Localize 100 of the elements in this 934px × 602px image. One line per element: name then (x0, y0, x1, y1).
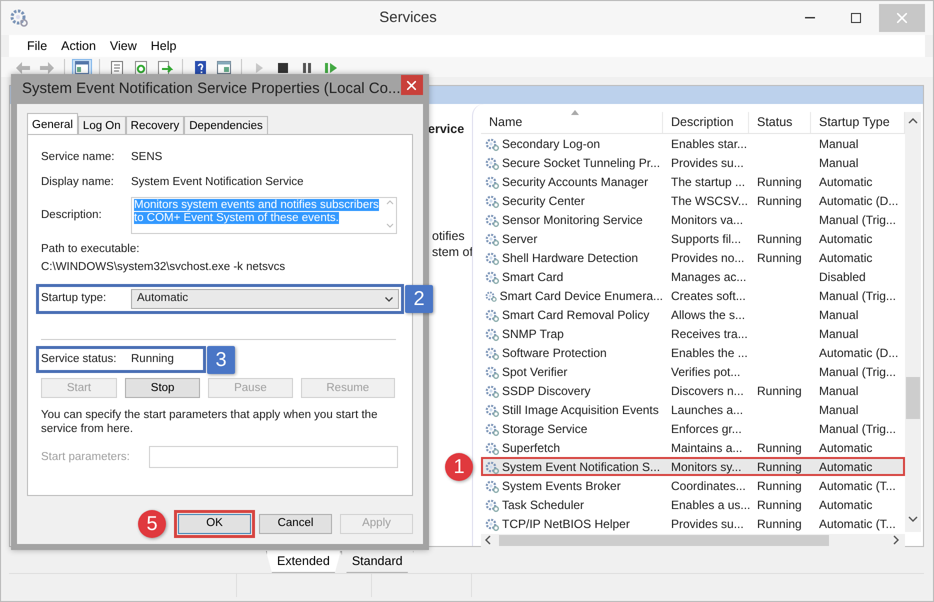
menu-item[interactable]: Action (55, 36, 102, 56)
table-cell-text: Enables star... (670, 136, 748, 152)
gear-icon (485, 422, 499, 436)
field-label: Start parameters: (41, 450, 131, 465)
dialog-tab[interactable]: Recovery (126, 116, 184, 134)
field-label: Service status: (41, 352, 118, 367)
table-row[interactable]: Secure Socket Tunneling Pr... Provides su... Manual (481, 153, 905, 172)
scroll-up-icon (908, 118, 918, 124)
table-cell-text: Receives tra... (670, 326, 749, 342)
gear-icon (485, 174, 499, 188)
gear-icon (485, 326, 499, 340)
window-title: Services (378, 8, 438, 28)
column-header[interactable]: Status (749, 112, 811, 133)
table-cell-text: Running (756, 230, 803, 248)
table-cell-text: Security Center (502, 192, 585, 210)
table-cell-text: Manual (818, 136, 860, 152)
menu-item[interactable]: View (104, 36, 143, 56)
close-icon (407, 80, 416, 90)
table-row[interactable]: Server Supports fil... Running Automatic (481, 229, 905, 248)
menu-item[interactable]: File (21, 36, 54, 56)
step-badge: 3 (207, 346, 235, 374)
dialog-tab[interactable]: General (27, 113, 78, 134)
table-cell-text: Automatic (D... (818, 192, 900, 210)
table-cell-text: Server (502, 230, 538, 248)
table-row[interactable]: Task Scheduler Enables a us... Running Automatic (481, 495, 905, 514)
gear-icon (485, 402, 499, 416)
table-cell-text: Superfetch (502, 440, 560, 456)
table-row[interactable]: Software Protection Enables the ... Automatic (D... (481, 343, 905, 362)
table-cell-text: System Events Broker (502, 478, 621, 494)
chevron-down-icon (385, 296, 393, 302)
view-tab[interactable]: Standard (340, 551, 414, 573)
dialog-tab[interactable]: Log On (78, 116, 126, 134)
table-row[interactable]: Storage Service Enforces gr... Manual (Trig... (481, 419, 905, 438)
gear-icon (485, 194, 499, 208)
table-cell-text: Running (756, 478, 803, 494)
table-row[interactable]: Still Image Acquisition Events Launches a... Manual (481, 400, 905, 419)
gear-icon (485, 498, 499, 512)
scrollbar-thumb[interactable] (499, 535, 829, 546)
table-cell-text: Provides su... (670, 154, 745, 172)
table-cell-text: Provides su... (670, 516, 745, 532)
gear-icon (485, 460, 499, 474)
dialog-button[interactable]: OK (178, 514, 251, 534)
table-row[interactable]: Smart Card Device Enumera... Creates soft... Manual (Trig... (481, 286, 905, 305)
gear-icon (485, 364, 499, 378)
pane-heading: ervice (428, 121, 464, 138)
table-row[interactable]: SSDP Discovery Discovers n... Running Manual (481, 381, 905, 400)
table-row[interactable]: System Events Broker Coordinates... Running Automatic (T... (481, 476, 905, 495)
table-cell-text: Provides no... (670, 250, 746, 266)
field-value: System Event Notification Service (131, 175, 304, 190)
field-label: Description: (41, 208, 103, 222)
table-row[interactable]: Spot Verifier Verifies pot... Manual (Trig... (481, 362, 905, 381)
table-cell-text: Automatic (818, 174, 874, 190)
gear-icon (485, 440, 499, 454)
table-row[interactable]: Security Accounts Manager The startup ... Running Automatic (481, 172, 905, 191)
column-header[interactable]: Description (663, 112, 749, 133)
table-cell-text: Manual (818, 154, 860, 172)
vertical-scrollbar[interactable] (905, 112, 921, 532)
table-cell-text: Secondary Log-on (502, 136, 600, 152)
table-row[interactable]: SNMP Trap Receives tra... Manual (481, 324, 905, 343)
dialog-button[interactable]: Cancel (259, 514, 332, 534)
scrollbar-thumb[interactable] (906, 377, 920, 419)
gear-icon (485, 516, 499, 530)
startup-type-dropdown[interactable]: Automatic (131, 289, 399, 309)
table-cell-text: Enforces gr... (670, 420, 743, 438)
table-row[interactable]: Sensor Monitoring Service Monitors va... Manual (Trig... (481, 210, 905, 229)
close-button[interactable] (400, 75, 423, 95)
table-row[interactable]: Secondary Log-on Enables star... Manual (481, 134, 905, 153)
gear-icon (485, 136, 499, 150)
close-icon (897, 13, 907, 23)
service-button[interactable]: Stop (124, 378, 200, 398)
field-label: Service name: (41, 150, 116, 165)
table-row[interactable]: TCP/IP NetBIOS Helper Provides su... Running Automatic (T... (481, 514, 905, 533)
table-cell-text: Launches a... (670, 402, 744, 418)
field-value: SENS (131, 150, 162, 165)
gear-icon (485, 308, 499, 322)
gear-icon (485, 156, 499, 170)
table-cell-text: Running (756, 192, 803, 210)
menu-item[interactable]: Help (144, 36, 182, 56)
view-tab[interactable]: Extended (266, 551, 341, 573)
table-row[interactable]: Smart Card Removal Policy Allows the s... Manual (481, 305, 905, 324)
table-cell-text: Allows the s... (670, 306, 746, 324)
table-cell-text: Manual (Trig... (818, 288, 897, 304)
scroll-arrows-icon (386, 198, 394, 228)
table-row[interactable]: Superfetch Maintains a... Running Automatic (481, 438, 905, 457)
table-cell-text: Enables a us... (670, 496, 749, 514)
field-value: Running (131, 352, 174, 367)
table-row[interactable]: Smart Card Manages ac... Disabled (481, 267, 905, 286)
description-text: otifies (432, 228, 466, 244)
table-row[interactable]: Security Center The WSCSV... Running Automatic (D... (481, 191, 905, 210)
horizontal-scrollbar[interactable] (481, 534, 905, 547)
dialog-title: System Event Notification Service Properties (Local Co... (22, 78, 400, 99)
table-row[interactable]: Shell Hardware Detection Provides no... Running Automatic (481, 248, 905, 267)
table-cell-text: Running (756, 382, 803, 400)
toolbar-button[interactable] (214, 59, 234, 76)
table-cell-text: Supports fil... (670, 230, 742, 248)
dialog-tab[interactable]: Dependencies (184, 116, 268, 134)
table-cell-text: Discovers n... (670, 382, 745, 400)
table-cell-text: Smart Card Removal Policy (502, 306, 650, 324)
gear-icon (9, 8, 29, 28)
table-cell-text: Automatic (818, 458, 874, 476)
